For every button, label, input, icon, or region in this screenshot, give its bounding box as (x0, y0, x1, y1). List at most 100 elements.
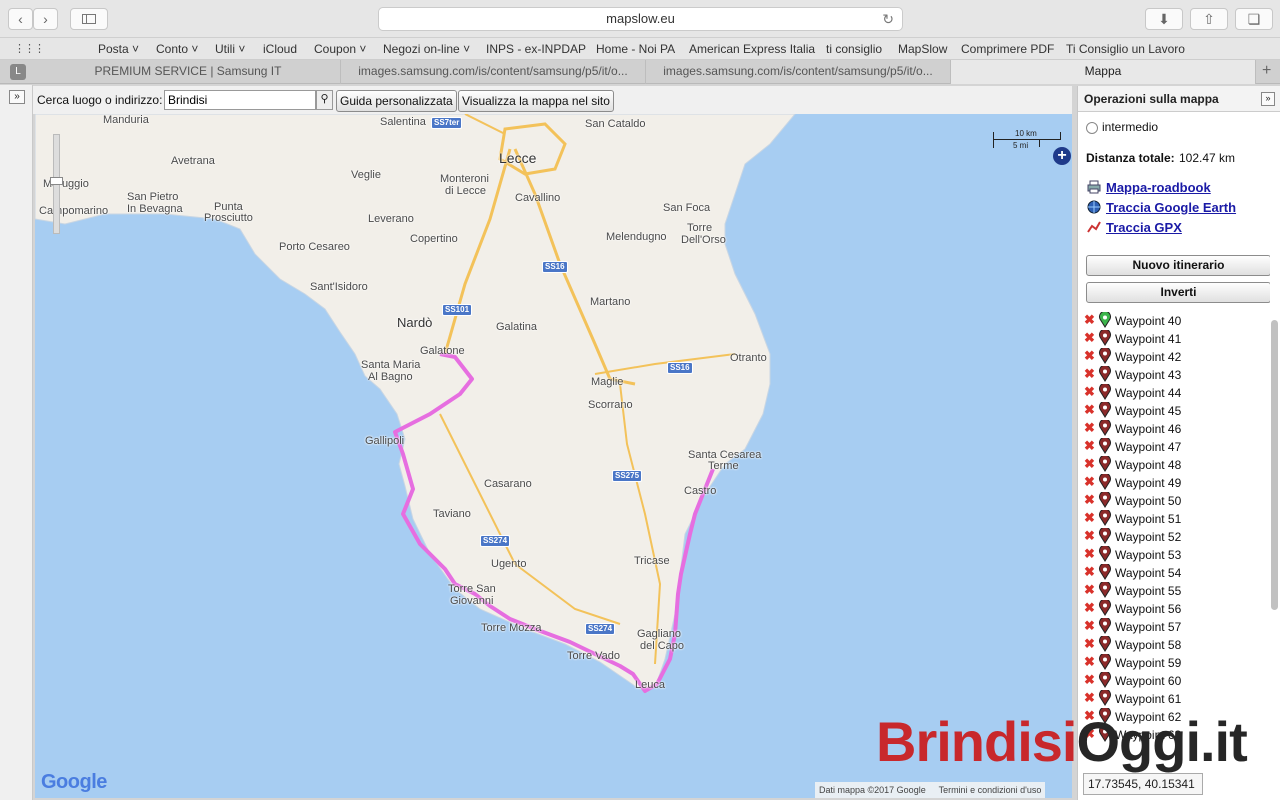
expand-left-panel-button[interactable]: » (9, 90, 25, 104)
waypoint-row[interactable]: ✖ Waypoint 51 (1082, 510, 1270, 528)
waypoint-row[interactable]: ✖ Waypoint 40 (1082, 312, 1270, 330)
place-label: San Cataldo (585, 118, 646, 130)
delete-waypoint-icon[interactable]: ✖ (1084, 619, 1095, 633)
apps-grid-icon[interactable]: ⋮⋮⋮ (14, 42, 45, 55)
waypoint-row[interactable]: ✖ Waypoint 52 (1082, 528, 1270, 546)
delete-waypoint-icon[interactable]: ✖ (1084, 385, 1095, 399)
tab-samsung[interactable]: PREMIUM SERVICE | Samsung IT (36, 60, 341, 84)
visualizza-mappa-button[interactable]: Visualizza la mappa nel sito (458, 90, 614, 112)
terms-link[interactable]: Termini e condizioni d'uso (939, 785, 1042, 795)
delete-waypoint-icon[interactable]: ✖ (1084, 511, 1095, 525)
waypoint-row[interactable]: ✖ Waypoint 53 (1082, 546, 1270, 564)
link-google-earth[interactable]: Traccia Google Earth (1106, 200, 1236, 215)
reload-icon[interactable]: ↻ (882, 8, 894, 30)
waypoint-row[interactable]: ✖ Waypoint 58 (1082, 636, 1270, 654)
delete-waypoint-icon[interactable]: ✖ (1084, 367, 1095, 381)
waypoint-row[interactable]: ✖ Waypoint 43 (1082, 366, 1270, 384)
bookmark-amex[interactable]: American Express Italia (689, 42, 815, 56)
waypoint-row[interactable]: ✖ Waypoint 45 (1082, 402, 1270, 420)
waypoint-row[interactable]: ✖ Waypoint 56 (1082, 600, 1270, 618)
waypoint-row[interactable]: ✖ Waypoint 57 (1082, 618, 1270, 636)
delete-waypoint-icon[interactable]: ✖ (1084, 529, 1095, 543)
bookmark-noipa[interactable]: Home - Noi PA (596, 42, 675, 56)
delete-waypoint-icon[interactable]: ✖ (1084, 349, 1095, 363)
delete-waypoint-icon[interactable]: ✖ (1084, 421, 1095, 435)
delete-waypoint-icon[interactable]: ✖ (1084, 601, 1095, 615)
map-attribution: Dati mappa ©2017 Google Termini e condiz… (815, 782, 1046, 798)
delete-waypoint-icon[interactable]: ✖ (1084, 331, 1095, 345)
map-canvas[interactable]: Manduria Salentina San Cataldo Lecce Ave… (35, 114, 1072, 798)
place-label: Manduria (103, 114, 149, 126)
map-operations-panel: Operazioni sulla mappa » intermedio Dist… (1077, 86, 1280, 800)
place-label: Porto Cesareo (279, 241, 350, 253)
delete-waypoint-icon[interactable]: ✖ (1084, 673, 1095, 687)
tabs-overview-button[interactable]: ❏ (1235, 8, 1273, 30)
waypoint-row[interactable]: ✖ Waypoint 44 (1082, 384, 1270, 402)
waypoint-row[interactable]: ✖ Waypoint 48 (1082, 456, 1270, 474)
delete-waypoint-icon[interactable]: ✖ (1084, 457, 1095, 471)
waypoint-row[interactable]: ✖ Waypoint 60 (1082, 672, 1270, 690)
forward-button[interactable]: › (33, 8, 58, 30)
link-gpx[interactable]: Traccia GPX (1106, 220, 1182, 235)
bookmark-utili[interactable]: Utili ˅ (215, 42, 245, 56)
bookmark-coupon[interactable]: Coupon ˅ (314, 42, 366, 56)
waypoint-pin-icon (1099, 510, 1111, 526)
delete-waypoint-icon[interactable]: ✖ (1084, 583, 1095, 597)
bookmark-conto[interactable]: Conto ˅ (156, 42, 198, 56)
waypoint-row[interactable]: ✖ Waypoint 55 (1082, 582, 1270, 600)
delete-waypoint-icon[interactable]: ✖ (1084, 493, 1095, 507)
delete-waypoint-icon[interactable]: ✖ (1084, 439, 1095, 453)
bookmark-ticonsiglio[interactable]: ti consiglio (826, 42, 882, 56)
waypoint-row[interactable]: ✖ Waypoint 59 (1082, 654, 1270, 672)
waypoint-row[interactable]: ✖ Waypoint 61 (1082, 690, 1270, 708)
delete-waypoint-icon[interactable]: ✖ (1084, 475, 1095, 489)
delete-waypoint-icon[interactable]: ✖ (1084, 637, 1095, 651)
waypoint-label: Waypoint 58 (1115, 638, 1182, 652)
add-waypoint-button[interactable]: + (1053, 147, 1071, 165)
bookmark-icloud[interactable]: iCloud (263, 42, 297, 56)
bookmark-pdf[interactable]: Comprimere PDF (961, 42, 1054, 56)
waypoint-row[interactable]: ✖ Waypoint 49 (1082, 474, 1270, 492)
waypoint-label: Waypoint 53 (1115, 548, 1182, 562)
tab-mappa[interactable]: Mappa (951, 60, 1256, 84)
bookmark-posta[interactable]: Posta ˅ (98, 42, 139, 56)
waypoint-row[interactable]: ✖ Waypoint 47 (1082, 438, 1270, 456)
bookmark-mapslow[interactable]: MapSlow (898, 42, 947, 56)
share-button[interactable]: ⇧ (1190, 8, 1228, 30)
back-button[interactable]: ‹ (8, 8, 33, 30)
delete-waypoint-icon[interactable]: ✖ (1084, 547, 1095, 561)
downloads-button[interactable]: ⬇ (1145, 8, 1183, 30)
waypoint-row[interactable]: ✖ Waypoint 54 (1082, 564, 1270, 582)
zoom-slider-thumb[interactable] (50, 177, 63, 185)
waypoint-row[interactable]: ✖ Waypoint 50 (1082, 492, 1270, 510)
invert-button[interactable]: Inverti (1086, 282, 1270, 303)
collapse-panel-button[interactable]: » (1261, 92, 1275, 106)
delete-waypoint-icon[interactable]: ✖ (1084, 403, 1095, 417)
tab-image-1[interactable]: images.samsung.com/is/content/samsung/p5… (341, 60, 646, 84)
new-tab-icon[interactable]: + (1262, 62, 1271, 80)
scale-km: 10 km (1015, 129, 1037, 138)
bookmark-negozi[interactable]: Negozi on-line ˅ (383, 42, 470, 56)
waypoint-label: Waypoint 54 (1115, 566, 1182, 580)
sidebar-toggle-button[interactable] (70, 8, 108, 30)
panel-scrollbar[interactable] (1271, 320, 1278, 610)
address-bar[interactable]: mapslow.eu ↻ (378, 7, 903, 31)
link-mappa-roadbook[interactable]: Mappa-roadbook (1106, 180, 1211, 195)
tab-image-2[interactable]: images.samsung.com/is/content/samsung/p5… (646, 60, 951, 84)
new-itinerary-button[interactable]: Nuovo itinerario (1086, 255, 1270, 276)
delete-waypoint-icon[interactable]: ✖ (1084, 313, 1095, 327)
delete-waypoint-icon[interactable]: ✖ (1084, 691, 1095, 705)
delete-waypoint-icon[interactable]: ✖ (1084, 565, 1095, 579)
intermedio-radio[interactable] (1086, 122, 1098, 134)
search-icon[interactable]: ⚲ (316, 90, 333, 110)
guida-personalizzata-button[interactable]: Guida personalizzata (336, 90, 457, 112)
search-input[interactable] (164, 90, 316, 110)
zoom-slider[interactable] (50, 134, 63, 234)
waypoint-row[interactable]: ✖ Waypoint 46 (1082, 420, 1270, 438)
bookmark-lavoro[interactable]: Ti Consiglio un Lavoro (1066, 42, 1185, 56)
waypoint-row[interactable]: ✖ Waypoint 42 (1082, 348, 1270, 366)
bookmark-inps[interactable]: INPS - ex-INPDAP (486, 42, 586, 56)
chevron-down-icon: ˅ (132, 42, 140, 56)
waypoint-row[interactable]: ✖ Waypoint 41 (1082, 330, 1270, 348)
delete-waypoint-icon[interactable]: ✖ (1084, 655, 1095, 669)
